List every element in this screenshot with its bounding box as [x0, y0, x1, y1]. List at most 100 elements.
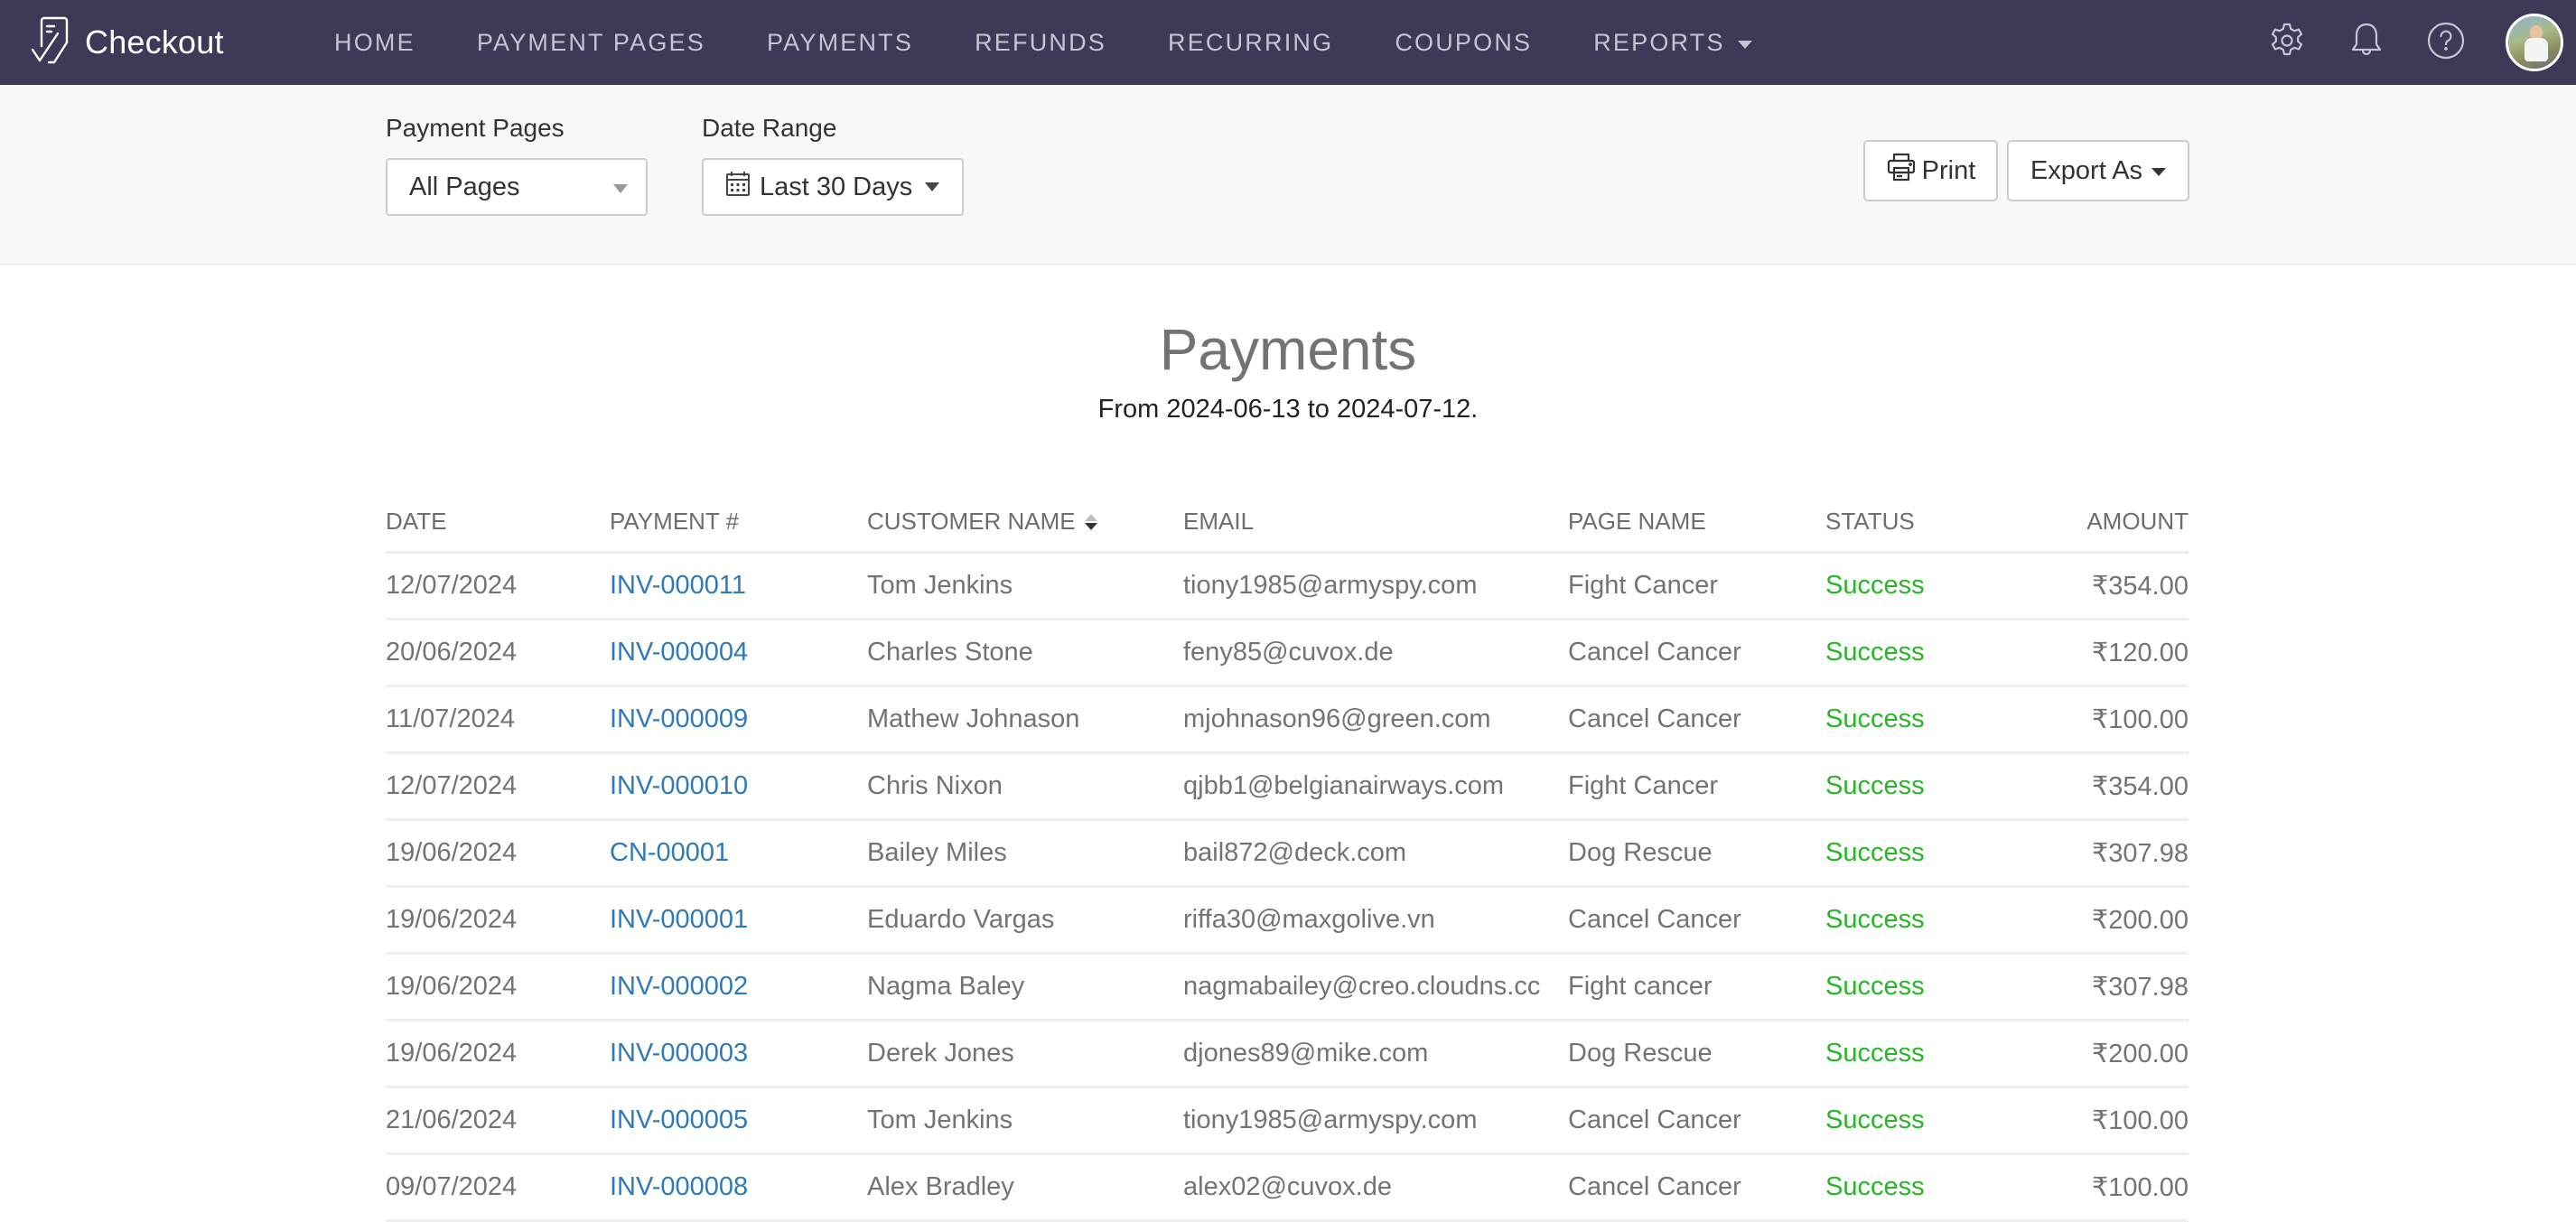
- column-header-date[interactable]: DATE: [386, 508, 610, 536]
- cell-date: 21/06/2024: [386, 1105, 518, 1134]
- help-icon: [2426, 21, 2466, 65]
- page-title: Payments: [1159, 317, 1417, 382]
- cell-amount: ₹100.00: [2091, 1173, 2189, 1202]
- payment-number-link[interactable]: INV-000005: [610, 1105, 867, 1135]
- cell-customer-name: Nagma Baley: [867, 972, 1025, 1001]
- nav-payments-label: PAYMENTS: [766, 28, 914, 56]
- cell-email: tiony1985@armyspy.com: [1183, 1105, 1478, 1134]
- cell-page-name: Fight Cancer: [1568, 571, 1719, 600]
- date-range-select[interactable]: Last 30 Days: [702, 158, 964, 216]
- cell-customer-name: Chris Nixon: [867, 771, 1003, 800]
- table-row[interactable]: 19/06/2024 INV-000002 Nagma Baley nagmabail…: [386, 955, 2189, 1021]
- cell-customer-name: Bailey Miles: [867, 838, 1007, 867]
- caret-down-icon: [613, 184, 628, 193]
- cell-date: 19/06/2024: [386, 972, 518, 1001]
- cell-amount: ₹354.00: [2091, 572, 2189, 601]
- nav-payment-pages-label: PAYMENT PAGES: [476, 28, 705, 56]
- nav-recurring[interactable]: RECURRING: [1168, 29, 1333, 57]
- cell-page-name: Cancel Cancer: [1568, 905, 1741, 934]
- settings-button[interactable]: [2267, 23, 2307, 62]
- table-row[interactable]: 12/07/2024 INV-000010 Chris Nixon qjbb1@bel…: [386, 754, 2189, 821]
- sort-icon: [1084, 513, 1097, 530]
- help-button[interactable]: [2426, 21, 2466, 65]
- caret-down-icon: [1737, 40, 1752, 49]
- calendar-icon: [725, 170, 760, 204]
- export-as-button[interactable]: Export As: [2007, 140, 2189, 201]
- cell-customer-name: Charles Stone: [867, 638, 1033, 667]
- cell-customer-name: Eduardo Vargas: [867, 905, 1055, 934]
- brand[interactable]: Checkout: [29, 16, 224, 69]
- export-label: Export As: [2030, 155, 2143, 185]
- notifications-button[interactable]: [2347, 23, 2386, 62]
- checkout-receipt-icon: [29, 15, 72, 70]
- column-header-status[interactable]: STATUS: [1825, 508, 2051, 536]
- gear-icon: [2267, 21, 2307, 65]
- cell-page-name: Fight cancer: [1568, 972, 1713, 1001]
- cell-amount: ₹354.00: [2091, 772, 2189, 801]
- cell-page-name: Cancel Cancer: [1568, 638, 1741, 667]
- table-row[interactable]: 19/06/2024 INV-000001 Eduardo Vargas riffa3…: [386, 888, 2189, 955]
- cell-page-name: Cancel Cancer: [1568, 704, 1741, 733]
- top-navbar: Checkout HOME PAYMENT PAGES PAYMENTS REF…: [0, 0, 2576, 85]
- avatar[interactable]: [2506, 14, 2563, 71]
- nav-coupons[interactable]: COUPONS: [1395, 29, 1532, 57]
- payment-pages-select[interactable]: All Pages: [386, 158, 648, 216]
- cell-customer-name: Alex Bradley: [867, 1172, 1014, 1201]
- payments-table: DATE PAYMENT # CUSTOMER NAME EMAIL PAGE …: [386, 492, 2189, 1222]
- nav-reports[interactable]: REPORTS: [1593, 28, 1752, 57]
- payment-number-link[interactable]: INV-000009: [610, 704, 867, 734]
- column-header-customer-name[interactable]: CUSTOMER NAME: [867, 508, 1183, 536]
- column-header-page-name[interactable]: PAGE NAME: [1568, 508, 1825, 536]
- column-header-email[interactable]: EMAIL: [1183, 508, 1568, 536]
- top-icons: [2267, 0, 2576, 85]
- cell-date: 19/06/2024: [386, 905, 518, 934]
- table-row[interactable]: 20/06/2024 INV-000004 Charles Stone feny85@…: [386, 620, 2189, 687]
- table-row[interactable]: 12/07/2024 INV-000011 Tom Jenkins tiony1985…: [386, 554, 2189, 620]
- nav-reports-label: REPORTS: [1593, 28, 1725, 56]
- payment-number-link[interactable]: CN-00001: [610, 838, 867, 868]
- payment-number-link[interactable]: INV-000010: [610, 771, 867, 801]
- payment-number-link[interactable]: INV-000001: [610, 905, 867, 935]
- payment-number-link[interactable]: INV-000011: [610, 571, 867, 601]
- payment-number-link[interactable]: INV-000008: [610, 1172, 867, 1202]
- table-row[interactable]: 11/07/2024 INV-000009 Mathew Johnason mjohn…: [386, 687, 2189, 754]
- nav-payments[interactable]: PAYMENTS: [767, 29, 913, 57]
- nav-recurring-label: RECURRING: [1168, 28, 1334, 56]
- date-range-label: Date Range: [702, 114, 837, 142]
- table-row[interactable]: 21/06/2024 INV-000005 Tom Jenkins tiony1985…: [386, 1088, 2189, 1155]
- table-row[interactable]: 09/07/2024 INV-000008 Alex Bradley alex02@c…: [386, 1155, 2189, 1222]
- cell-email: bail872@deck.com: [1183, 838, 1407, 867]
- status-badge: Success: [1825, 571, 1925, 600]
- cell-amount: ₹100.00: [2091, 1106, 2189, 1135]
- status-badge: Success: [1825, 838, 1925, 867]
- print-button[interactable]: Print: [1863, 140, 1998, 201]
- cell-customer-name: Mathew Johnason: [867, 704, 1080, 733]
- avatar-body: [2525, 38, 2548, 61]
- cell-amount: ₹120.00: [2091, 639, 2189, 667]
- status-badge: Success: [1825, 704, 1925, 733]
- cell-amount: ₹200.00: [2091, 906, 2189, 935]
- column-header-payment-number[interactable]: PAYMENT #: [610, 508, 867, 536]
- table-header: DATE PAYMENT # CUSTOMER NAME EMAIL PAGE …: [386, 492, 2189, 554]
- nav-home[interactable]: HOME: [334, 29, 415, 57]
- payment-number-link[interactable]: INV-000003: [610, 1039, 867, 1068]
- table-row[interactable]: 19/06/2024 INV-000003 Derek Jones djones89@…: [386, 1021, 2189, 1088]
- payment-number-link[interactable]: INV-000002: [610, 972, 867, 1002]
- bell-icon: [2347, 21, 2386, 65]
- print-label: Print: [1921, 155, 1976, 185]
- payment-number-link[interactable]: INV-000004: [610, 638, 867, 667]
- cell-email: riffa30@maxgolive.vn: [1183, 905, 1435, 934]
- cell-email: mjohnason96@green.com: [1183, 704, 1491, 733]
- column-header-amount[interactable]: AMOUNT: [2051, 508, 2189, 536]
- cell-date: 12/07/2024: [386, 771, 518, 800]
- filter-bar: Payment Pages All Pages Date Range Last …: [0, 85, 2576, 265]
- nav-refunds[interactable]: REFUNDS: [975, 29, 1106, 57]
- cell-customer-name: Tom Jenkins: [867, 1105, 1013, 1134]
- status-badge: Success: [1825, 638, 1925, 667]
- payment-pages-value: All Pages: [409, 172, 520, 201]
- nav-payment-pages[interactable]: PAYMENT PAGES: [477, 29, 705, 57]
- cell-email: djones89@mike.com: [1183, 1039, 1429, 1068]
- table-row[interactable]: 19/06/2024 CN-00001 Bailey Miles bail872@de…: [386, 821, 2189, 888]
- date-range-value: Last 30 Days: [760, 172, 913, 201]
- cell-date: 20/06/2024: [386, 638, 518, 667]
